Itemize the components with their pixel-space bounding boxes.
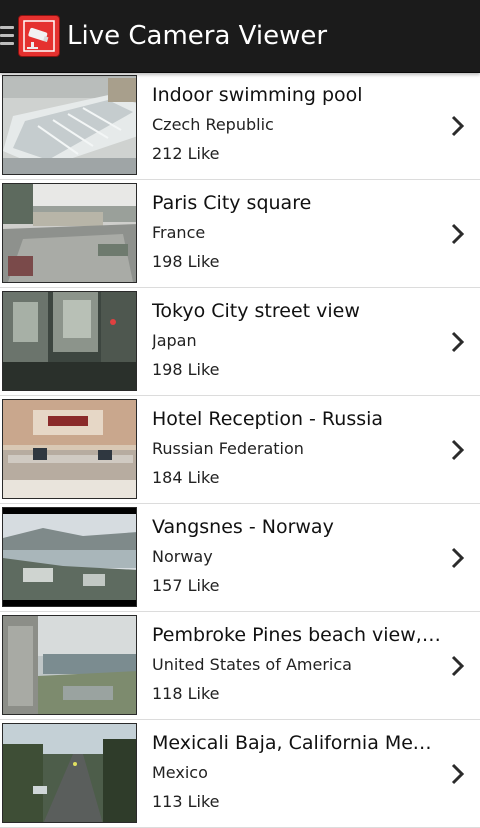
camera-list-item[interactable]: Vangsnes - Norway Norway 157 Like [0, 504, 480, 612]
camera-country: United States of America [152, 655, 352, 674]
chevron-right-icon[interactable] [449, 222, 467, 246]
camera-thumbnail [2, 183, 137, 283]
chevron-right-icon[interactable] [449, 330, 467, 354]
camera-thumbnail [2, 291, 137, 391]
chevron-right-icon[interactable] [449, 438, 467, 462]
camera-thumbnail [2, 723, 137, 823]
camera-name: Indoor swimming pool [152, 84, 363, 106]
app-title: Live Camera Viewer [67, 21, 328, 51]
camera-thumbnail [2, 399, 137, 499]
app-bar: Live Camera Viewer [0, 0, 480, 73]
camera-likes: 157 Like [152, 576, 220, 595]
camera-name: Vangsnes - Norway [152, 516, 334, 538]
camera-country: Mexico [152, 763, 208, 782]
camera-name: Paris City square [152, 192, 312, 214]
camera-likes: 184 Like [152, 468, 220, 487]
camera-list-item[interactable]: Paris City square France 198 Like [0, 180, 480, 288]
security-camera-icon[interactable] [18, 15, 60, 57]
menu-icon[interactable] [0, 26, 14, 46]
chevron-right-icon[interactable] [449, 546, 467, 570]
chevron-right-icon[interactable] [449, 114, 467, 138]
camera-likes: 113 Like [152, 792, 220, 811]
chevron-right-icon[interactable] [449, 654, 467, 678]
camera-name: Hotel Reception - Russia [152, 408, 384, 430]
camera-list-item[interactable]: Mexicali Baja, California Mexic... Mexic… [0, 720, 480, 828]
camera-name: Pembroke Pines beach view, F... [152, 624, 442, 646]
camera-list-item[interactable]: Pembroke Pines beach view, F... United S… [0, 612, 480, 720]
camera-likes: 198 Like [152, 360, 220, 379]
camera-likes: 198 Like [152, 252, 220, 271]
camera-list-item[interactable]: Indoor swimming pool Czech Republic 212 … [0, 72, 480, 180]
chevron-right-icon[interactable] [449, 762, 467, 786]
camera-thumbnail [2, 75, 137, 175]
camera-list-item[interactable]: Hotel Reception - Russia Russian Federat… [0, 396, 480, 504]
camera-country: Norway [152, 547, 213, 566]
camera-country: France [152, 223, 206, 242]
camera-country: Russian Federation [152, 439, 304, 458]
camera-likes: 118 Like [152, 684, 220, 703]
camera-name: Mexicali Baja, California Mexic... [152, 732, 442, 754]
camera-name: Tokyo City street view [152, 300, 360, 322]
camera-thumbnail [2, 507, 137, 607]
camera-thumbnail [2, 615, 137, 715]
camera-country: Japan [152, 331, 197, 350]
camera-likes: 212 Like [152, 144, 220, 163]
camera-country: Czech Republic [152, 115, 274, 134]
camera-list-item[interactable]: Tokyo City street view Japan 198 Like [0, 288, 480, 396]
